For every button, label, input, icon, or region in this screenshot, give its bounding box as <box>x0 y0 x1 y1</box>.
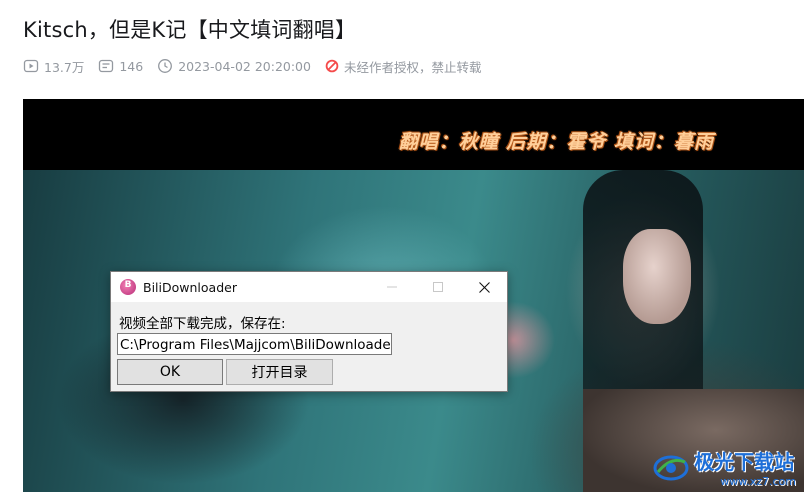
maximize-button[interactable] <box>415 272 461 302</box>
publish-datetime: 2023-04-02 20:20:00 <box>178 58 311 74</box>
play-icon <box>23 59 39 73</box>
minimize-icon <box>387 286 397 288</box>
video-title: Kitsch，但是K记【中文填词翻唱】 <box>23 18 357 42</box>
video-meta: 13.7万 146 2023-04-02 20:20:00 未经作者授权，禁止转… <box>23 56 495 76</box>
watermark-url: www.xz7.com <box>720 475 796 488</box>
video-figure-face <box>623 229 691 324</box>
open-directory-button[interactable]: 打开目录 <box>226 359 333 385</box>
dialog-title: BiliDownloader <box>143 280 237 295</box>
danmaku-icon <box>99 59 114 73</box>
save-path-field[interactable] <box>118 335 391 354</box>
bilidownloader-app-icon: B <box>120 279 136 295</box>
danmaku-stat: 146 <box>98 58 143 74</box>
minimize-button[interactable] <box>369 272 415 302</box>
forbidden-icon <box>325 59 339 73</box>
danmaku-count: 146 <box>119 58 144 74</box>
watermark-name: 极光下载站 <box>694 450 795 474</box>
views-stat: 13.7万 <box>23 57 84 76</box>
ok-button[interactable]: OK <box>117 359 223 385</box>
video-credits: 翻唱：秋瞳 后期：霍爷 填词：暮雨 <box>398 131 714 153</box>
views-count: 13.7万 <box>44 59 85 75</box>
save-path-field-frame <box>117 333 392 355</box>
close-button[interactable] <box>461 272 507 302</box>
download-complete-dialog: B BiliDownloader 视频全部下载完成，保存在: OK 打开目录 <box>110 271 508 392</box>
dialog-message: 视频全部下载完成，保存在: <box>119 316 286 332</box>
watermark-logo-icon <box>653 455 689 481</box>
publish-time: 2023-04-02 20:20:00 <box>157 58 311 74</box>
copyright-text: 未经作者授权，禁止转载 <box>343 59 482 75</box>
close-icon <box>478 281 490 293</box>
maximize-icon <box>433 282 443 292</box>
copyright-notice: 未经作者授权，禁止转载 <box>325 57 482 76</box>
dialog-titlebar[interactable]: B BiliDownloader <box>111 272 507 302</box>
watermark: 极光下载站 www.xz7.com <box>652 446 796 488</box>
clock-icon <box>158 59 173 73</box>
